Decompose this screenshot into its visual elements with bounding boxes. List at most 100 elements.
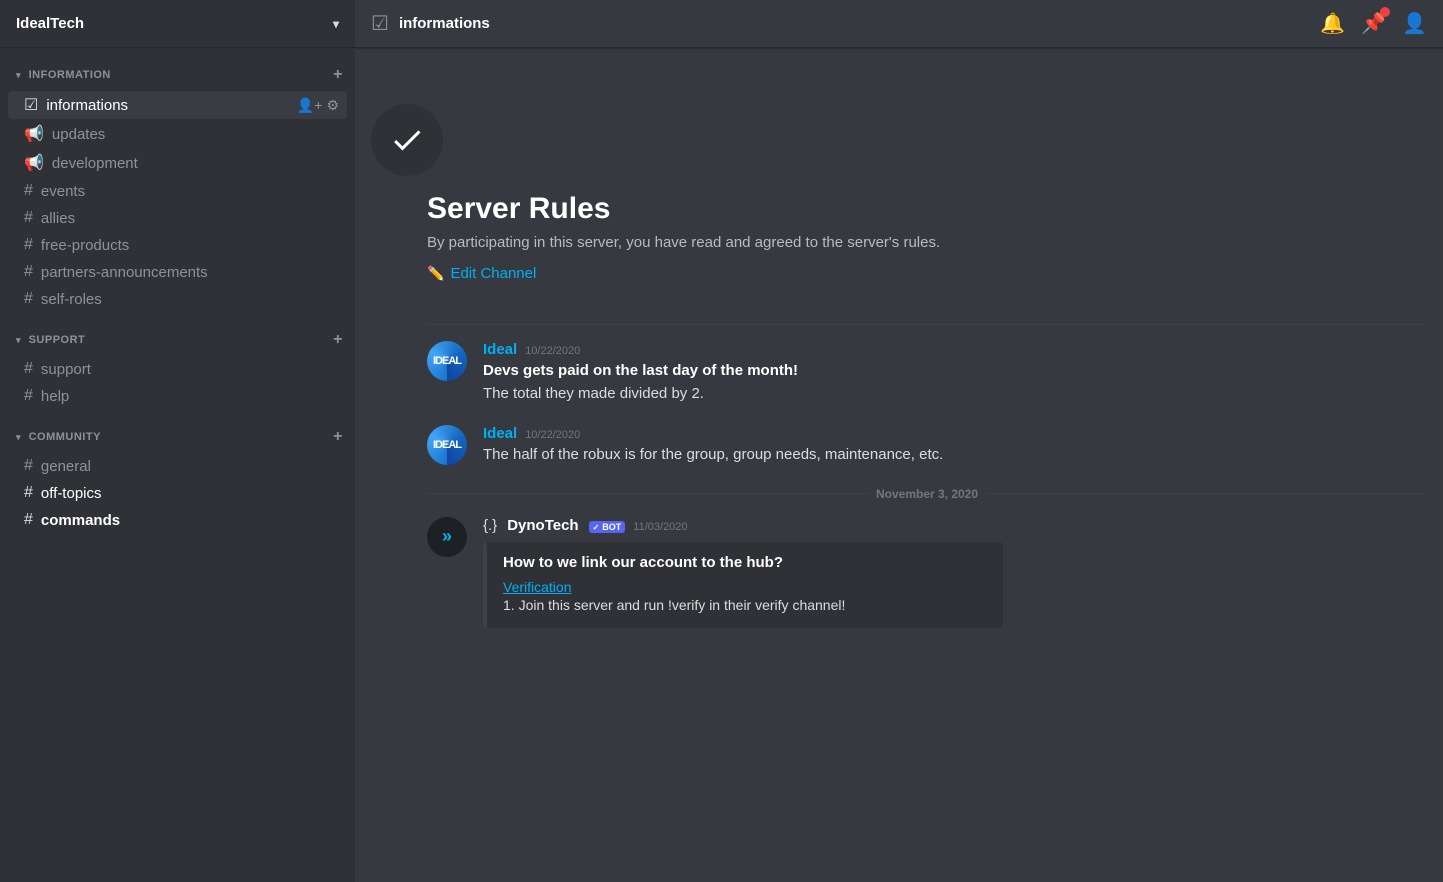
server-name: IdealTech bbox=[16, 15, 84, 32]
message-author-2: Ideal bbox=[483, 425, 517, 442]
text-icon-support: # bbox=[24, 360, 33, 378]
channel-name-free-products: free-products bbox=[41, 237, 339, 254]
message-content-bot: {.} DynoTech ✓ BOT 11/03/2020 How to we … bbox=[483, 517, 1427, 628]
message-header-1: Ideal 10/22/2020 bbox=[483, 341, 1427, 358]
add-channel-information[interactable]: + bbox=[329, 64, 347, 86]
channel-item-events[interactable]: # events bbox=[8, 178, 347, 204]
top-bar: ☑ informations 🔔 📌 👤 bbox=[355, 0, 1443, 48]
channel-item-commands[interactable]: # commands bbox=[8, 507, 347, 533]
text-icon-general: # bbox=[24, 457, 33, 475]
channel-name-allies: allies bbox=[41, 210, 339, 227]
channel-avatar bbox=[371, 104, 443, 176]
category-chevron-support: ▾ bbox=[16, 335, 21, 345]
bot-badge: ✓ BOT bbox=[589, 521, 626, 533]
channel-item-support[interactable]: # support bbox=[8, 356, 347, 382]
dyno-icon: » bbox=[442, 526, 452, 547]
channel-name-support: support bbox=[41, 361, 339, 378]
server-header[interactable]: IdealTech ▾ bbox=[0, 0, 355, 48]
message-text-1: Devs gets paid on the last day of the mo… bbox=[483, 360, 1427, 405]
channel-name-partners-announcements: partners-announcements bbox=[41, 264, 339, 281]
category-chevron-community: ▾ bbox=[16, 432, 21, 442]
rules-icon: ☑ bbox=[24, 95, 38, 115]
members-icon[interactable]: 👤 bbox=[1402, 11, 1427, 36]
channel-item-updates[interactable]: 📢 updates bbox=[8, 120, 347, 148]
channel-name-commands: commands bbox=[41, 512, 339, 529]
channel-title: Server Rules bbox=[427, 192, 610, 226]
add-channel-support[interactable]: + bbox=[329, 329, 347, 351]
channel-list: ▾ INFORMATION + ☑ informations 👤+ ⚙ 📢 up… bbox=[0, 48, 355, 882]
bot-badge-check-icon: ✓ bbox=[593, 523, 600, 532]
add-channel-community[interactable]: + bbox=[329, 426, 347, 448]
channel-name-help: help bbox=[41, 388, 339, 405]
message-author-1: Ideal bbox=[483, 341, 517, 358]
message-author-bot: DynoTech bbox=[507, 517, 578, 534]
edit-channel-button[interactable]: ✏️ Edit Channel bbox=[427, 263, 536, 284]
date-divider: November 3, 2020 bbox=[427, 487, 1427, 501]
dyno-braces: {.} bbox=[483, 517, 497, 534]
embed-title: How to we link our account to the hub? bbox=[503, 554, 987, 571]
category-support[interactable]: ▾ SUPPORT + bbox=[0, 313, 355, 355]
top-bar-left: ☑ informations bbox=[371, 11, 490, 36]
channel-name-off-topics: off-topics bbox=[41, 485, 339, 502]
channel-description: By participating in this server, you hav… bbox=[427, 234, 940, 251]
category-label-information: INFORMATION bbox=[29, 69, 111, 81]
settings-icon[interactable]: ⚙ bbox=[326, 97, 339, 114]
avatar-dyno: » bbox=[427, 517, 467, 557]
avatar-ideal-2: IDEAL bbox=[427, 425, 467, 465]
text-icon-allies: # bbox=[24, 209, 33, 227]
channel-name-self-roles: self-roles bbox=[41, 291, 339, 308]
channel-item-self-roles[interactable]: # self-roles bbox=[8, 286, 347, 312]
announcement-icon-development: 📢 bbox=[24, 153, 44, 173]
message-content-2: Ideal 10/22/2020 The half of the robux i… bbox=[483, 425, 1427, 467]
channel-item-off-topics[interactable]: # off-topics bbox=[8, 480, 347, 506]
channel-item-free-products[interactable]: # free-products bbox=[8, 232, 347, 258]
avatar-ideal-1: IDEAL bbox=[427, 341, 467, 381]
channel-item-development[interactable]: 📢 development bbox=[8, 149, 347, 177]
notification-badge bbox=[1380, 7, 1390, 17]
announcement-icon-updates: 📢 bbox=[24, 124, 44, 144]
topbar-channel-icon: ☑ bbox=[371, 11, 389, 36]
channel-name-general: general bbox=[41, 458, 339, 475]
message-content-1: Ideal 10/22/2020 Devs gets paid on the l… bbox=[483, 341, 1427, 405]
embed: How to we link our account to the hub? V… bbox=[483, 542, 1003, 628]
top-bar-right: 🔔 📌 👤 bbox=[1320, 11, 1427, 36]
message-header-bot: {.} DynoTech ✓ BOT 11/03/2020 bbox=[483, 517, 1427, 534]
text-icon-partners: # bbox=[24, 263, 33, 281]
date-divider-text: November 3, 2020 bbox=[876, 487, 978, 501]
channel-item-informations[interactable]: ☑ informations 👤+ ⚙ bbox=[8, 91, 347, 119]
embed-link[interactable]: Verification bbox=[503, 579, 987, 595]
message-group-bot: » {.} DynoTech ✓ BOT 11/03/2020 How to w… bbox=[427, 517, 1427, 628]
channel-name-informations: informations bbox=[46, 97, 296, 114]
category-chevron-information: ▾ bbox=[16, 70, 21, 80]
pin-icon[interactable]: 📌 bbox=[1361, 11, 1386, 36]
channel-header-section: Server Rules By participating in this se… bbox=[427, 64, 1427, 308]
channel-divider bbox=[427, 324, 1427, 325]
text-icon-events: # bbox=[24, 182, 33, 200]
category-information[interactable]: ▾ INFORMATION + bbox=[0, 48, 355, 90]
text-icon-help: # bbox=[24, 387, 33, 405]
channel-name-updates: updates bbox=[52, 126, 339, 143]
add-member-icon[interactable]: 👤+ bbox=[297, 97, 323, 114]
channel-item-general[interactable]: # general bbox=[8, 453, 347, 479]
checkmark-icon bbox=[389, 122, 425, 158]
bot-badge-label: BOT bbox=[602, 522, 621, 532]
message-text-2: The half of the robux is for the group, … bbox=[483, 444, 1427, 467]
sidebar: IdealTech ▾ ▾ INFORMATION + ☑ informatio… bbox=[0, 0, 355, 882]
message-group-1: IDEAL Ideal 10/22/2020 Devs gets paid on… bbox=[427, 341, 1427, 405]
message-group-2: IDEAL Ideal 10/22/2020 The half of the r… bbox=[427, 425, 1427, 467]
message-bold-1: Devs gets paid on the last day of the mo… bbox=[483, 362, 798, 379]
message-body-1: The total they made divided by 2. bbox=[483, 385, 704, 402]
topbar-channel-name: informations bbox=[399, 15, 490, 32]
message-body-2: The half of the robux is for the group, … bbox=[483, 446, 943, 463]
bell-icon[interactable]: 🔔 bbox=[1320, 11, 1345, 36]
channel-name-development: development bbox=[52, 155, 339, 172]
channel-item-partners-announcements[interactable]: # partners-announcements bbox=[8, 259, 347, 285]
category-label-community: COMMUNITY bbox=[29, 431, 101, 443]
text-icon-off-topics: # bbox=[24, 484, 33, 502]
channel-item-allies[interactable]: # allies bbox=[8, 205, 347, 231]
message-timestamp-1: 10/22/2020 bbox=[525, 345, 580, 357]
embed-body: 1. Join this server and run !verify in t… bbox=[503, 595, 987, 616]
category-community[interactable]: ▾ COMMUNITY + bbox=[0, 410, 355, 452]
channel-item-help[interactable]: # help bbox=[8, 383, 347, 409]
pencil-icon: ✏️ bbox=[427, 265, 444, 282]
